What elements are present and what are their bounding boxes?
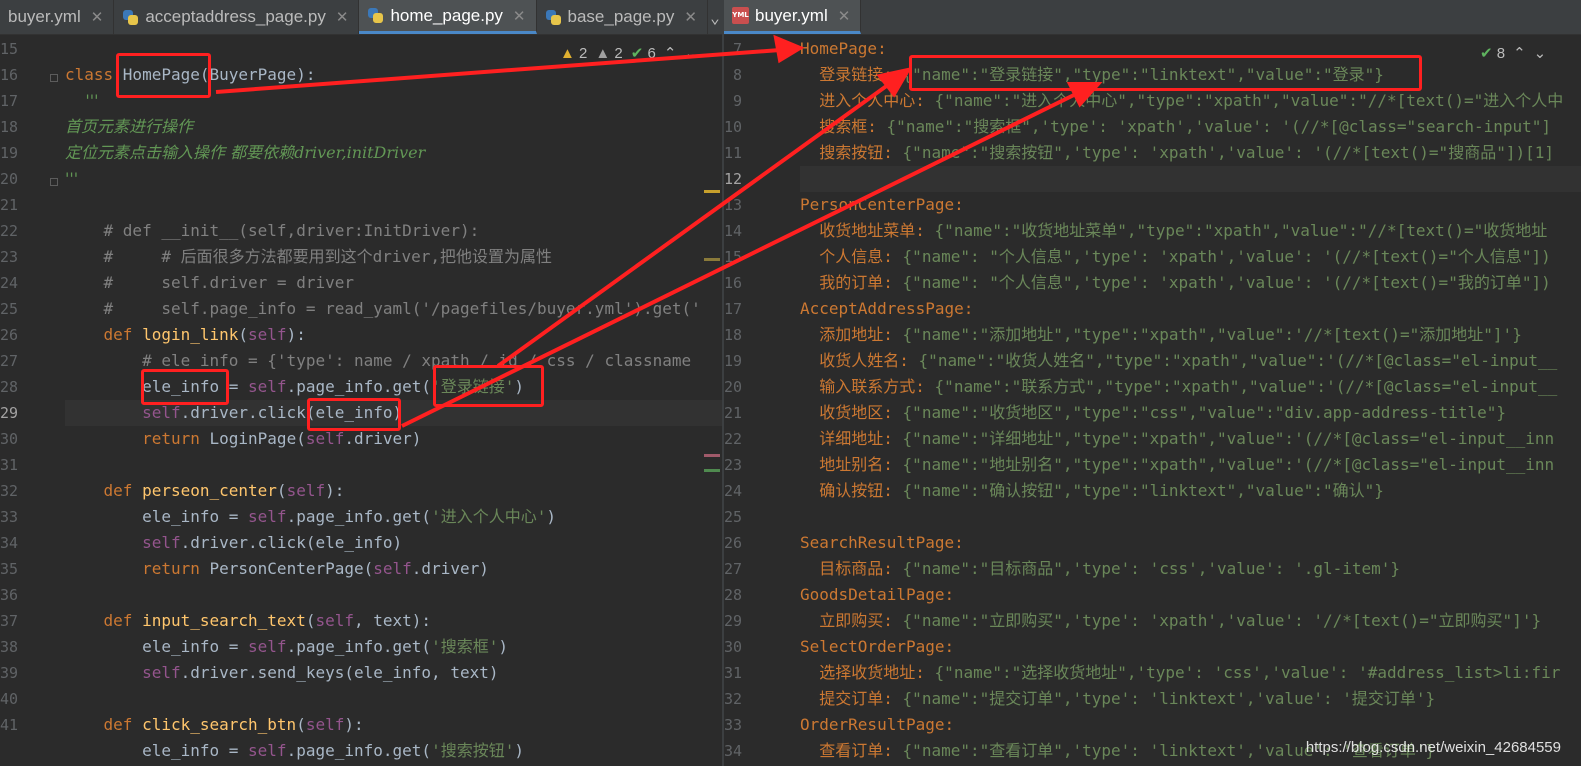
annotation-arrows (215, 34, 1103, 428)
annotation-arrow (215, 48, 781, 94)
watermark: https://blog.csdn.net/weixin_42684559 (1305, 739, 1561, 756)
annotation-arrow (496, 80, 894, 368)
annotation-arrow (401, 90, 1081, 428)
annotation-arrowhead (876, 67, 913, 98)
annotation-arrowhead (773, 34, 805, 64)
annotation-arrowhead (1066, 82, 1103, 108)
